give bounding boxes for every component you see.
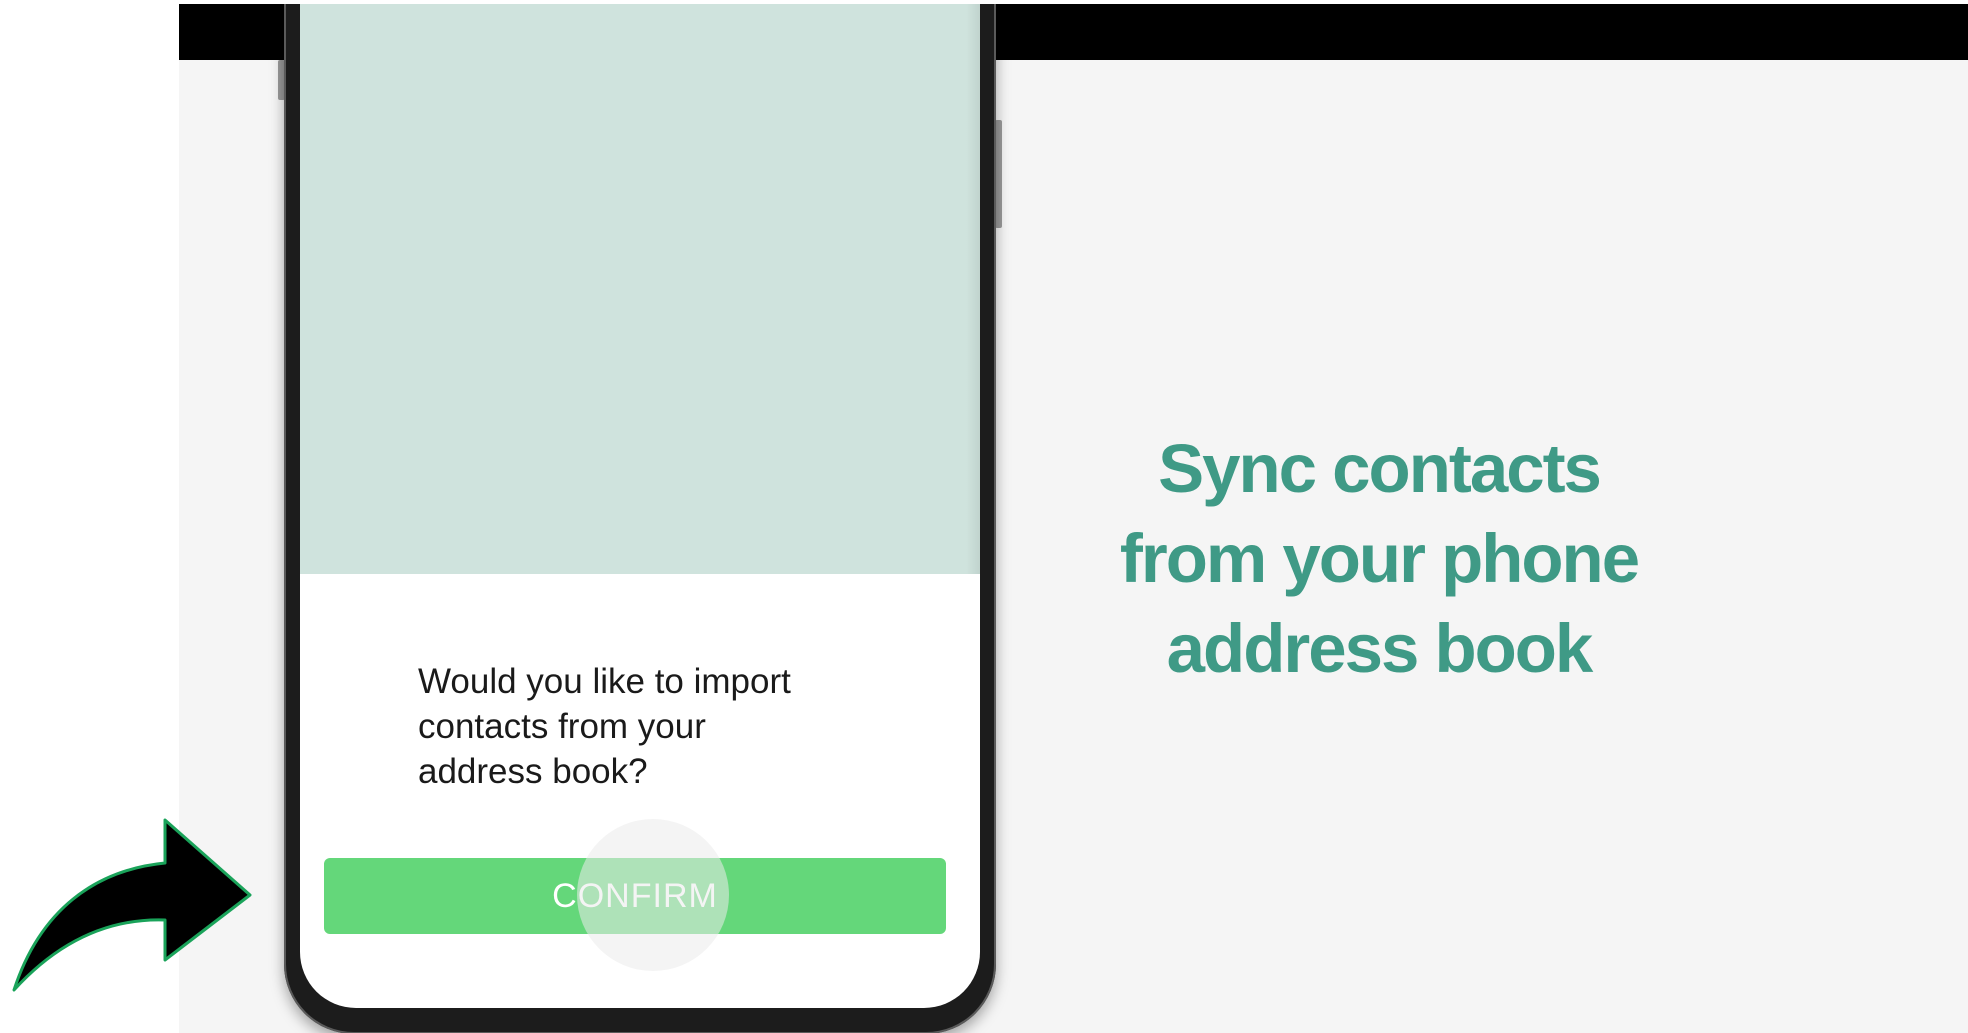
confirm-button[interactable]: CONFIRM [324,858,946,934]
headline-line-1: Sync contacts [1158,430,1602,507]
import-contacts-prompt: Would you like to import contacts from y… [418,662,791,791]
curved-arrow-icon [12,818,252,992]
headline-line-3: address book [1166,610,1594,687]
phone-screen: Would you like to import contacts from y… [300,4,980,1008]
phone-mockup: Would you like to import contacts from y… [284,4,996,1033]
tutorial-frame: Would you like to import contacts from y… [179,4,1968,1033]
screen-edge-shade [966,4,980,574]
sync-contacts-headline: Sync contacts from your phone address bo… [1079,424,1679,694]
screen-illustration-area [300,4,980,574]
headline-line-2: from your phone [1119,520,1640,597]
phone-side-button-right [995,120,1002,228]
